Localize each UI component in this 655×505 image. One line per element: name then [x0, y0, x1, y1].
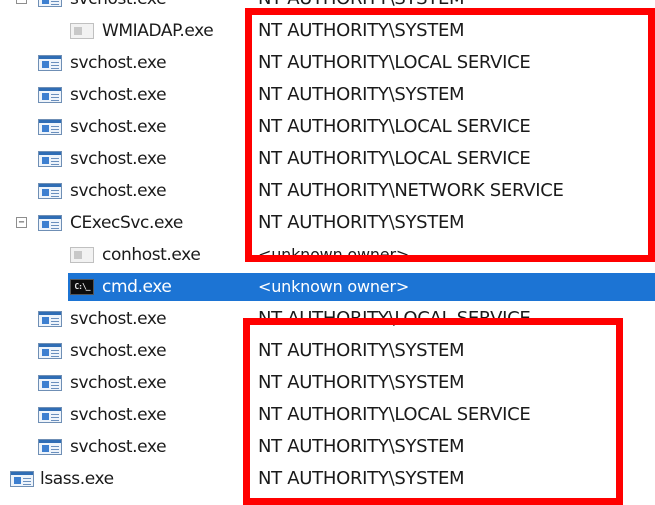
process-name: svchost.exe	[70, 437, 167, 457]
process-row[interactable]: C:\_ cmd.exe <unknown owner>	[0, 271, 655, 303]
process-owner: <unknown owner>	[258, 245, 410, 264]
process-name: WMIADAP.exe	[102, 21, 214, 41]
process-tree: −svchost.exeNT AUTHORITY\SYSTEMWMIADAP.e…	[0, 0, 655, 505]
process-owner: NT AUTHORITY\SYSTEM	[258, 372, 465, 393]
command-prompt-icon: C:\_	[70, 279, 94, 295]
process-name: svchost.exe	[70, 405, 167, 425]
process-row[interactable]: svchost.exe NT AUTHORITY\NETWORK SERVICE	[0, 175, 655, 207]
application-window-icon	[38, 407, 62, 423]
process-owner: NT AUTHORITY\LOCAL SERVICE	[258, 52, 531, 73]
process-owner: NT AUTHORITY\LOCAL SERVICE	[258, 404, 531, 425]
process-row[interactable]: svchost.exe NT AUTHORITY\LOCAL SERVICE	[0, 303, 655, 335]
process-name: svchost.exe	[70, 117, 167, 137]
process-row[interactable]: svchost.exe NT AUTHORITY\LOCAL SERVICE	[0, 399, 655, 431]
process-owner: NT AUTHORITY\NETWORK SERVICE	[258, 180, 564, 201]
process-owner: NT AUTHORITY\SYSTEM	[258, 468, 465, 489]
application-window-icon	[38, 151, 62, 167]
process-row[interactable]: svchost.exe NT AUTHORITY\LOCAL SERVICE	[0, 111, 655, 143]
process-owner: NT AUTHORITY\SYSTEM	[258, 212, 465, 233]
process-row[interactable]: WMIADAP.exe NT AUTHORITY\SYSTEM	[0, 15, 655, 47]
process-name: lsass.exe	[40, 469, 114, 489]
process-row[interactable]: svchost.exe NT AUTHORITY\SYSTEM	[0, 79, 655, 111]
process-name: svchost.exe	[70, 373, 167, 393]
process-name: svchost.exe	[70, 341, 167, 361]
process-owner: NT AUTHORITY\LOCAL SERVICE	[258, 148, 531, 169]
process-row[interactable]: conhost.exe <unknown owner>	[0, 239, 655, 271]
process-owner: NT AUTHORITY\SYSTEM	[258, 20, 465, 41]
application-window-icon	[10, 471, 34, 487]
process-row[interactable]: − svchost.exe NT AUTHORITY\SYSTEM	[0, 0, 655, 15]
process-owner: NT AUTHORITY\SYSTEM	[258, 340, 465, 361]
application-window-icon	[38, 215, 62, 231]
process-name: cmd.exe	[102, 277, 172, 297]
process-owner: NT AUTHORITY\SYSTEM	[258, 0, 465, 15]
application-window-icon	[38, 119, 62, 135]
console-window-icon	[70, 23, 94, 39]
process-owner: NT AUTHORITY\SYSTEM	[258, 436, 465, 457]
console-window-icon	[70, 247, 94, 263]
collapse-toggle-icon[interactable]: −	[16, 0, 27, 4]
process-name: CExecSvc.exe	[70, 213, 183, 233]
process-owner: NT AUTHORITY\LOCAL SERVICE	[258, 116, 531, 137]
process-name: svchost.exe	[70, 149, 167, 169]
process-name: svchost.exe	[70, 309, 167, 329]
application-window-icon	[38, 311, 62, 327]
process-row[interactable]: lsass.exe NT AUTHORITY\SYSTEM	[0, 463, 655, 495]
process-row[interactable]: svchost.exe NT AUTHORITY\LOCAL SERVICE	[0, 47, 655, 79]
process-name: conhost.exe	[102, 245, 201, 265]
application-window-icon	[38, 343, 62, 359]
process-row[interactable]: svchost.exe NT AUTHORITY\SYSTEM	[0, 431, 655, 463]
process-name: svchost.exe	[70, 181, 167, 201]
process-row[interactable]: svchost.exe NT AUTHORITY\SYSTEM	[0, 367, 655, 399]
process-name: svchost.exe	[70, 53, 167, 73]
application-window-icon	[38, 183, 62, 199]
process-owner: NT AUTHORITY\SYSTEM	[258, 84, 465, 105]
process-row[interactable]: − CExecSvc.exe NT AUTHORITY\SYSTEM	[0, 207, 655, 239]
collapse-toggle-icon[interactable]: −	[16, 217, 27, 228]
process-name: svchost.exe	[70, 0, 167, 15]
application-window-icon	[38, 55, 62, 71]
application-window-icon	[38, 375, 62, 391]
process-owner: <unknown owner>	[258, 277, 410, 296]
application-window-icon	[38, 87, 62, 103]
process-name: svchost.exe	[70, 85, 167, 105]
application-window-icon	[38, 0, 62, 7]
process-row[interactable]: svchost.exe NT AUTHORITY\LOCAL SERVICE	[0, 143, 655, 175]
application-window-icon	[38, 439, 62, 455]
process-owner: NT AUTHORITY\LOCAL SERVICE	[258, 308, 531, 329]
process-row[interactable]: svchost.exe NT AUTHORITY\SYSTEM	[0, 335, 655, 367]
